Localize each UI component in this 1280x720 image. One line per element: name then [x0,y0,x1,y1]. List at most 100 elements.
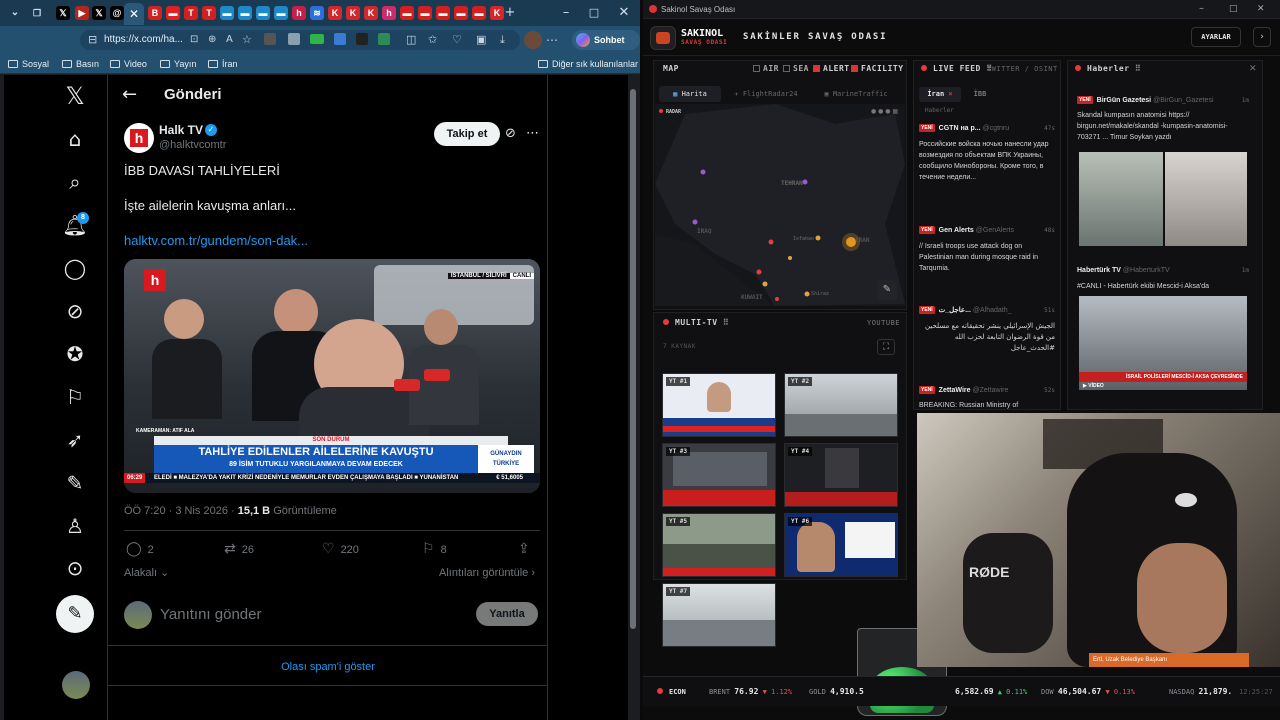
settings-button[interactable]: AYARLAR [1191,27,1241,47]
post-timestamp[interactable]: ÖÖ 7:20 · 3 Nis 2026 · [124,505,238,517]
more-icon[interactable]: ⊙ [62,555,88,581]
facility-marker[interactable] [788,256,792,260]
show-spam-link[interactable]: Olası spam'i göster [108,659,548,675]
toggle-air[interactable]: AIR [753,63,779,75]
news-item[interactable]: Habertürk TV @HaberturkTV 1m #CANLI - Ha… [1077,266,1261,396]
facility-marker[interactable] [700,169,706,175]
browser-essentials-icon[interactable]: ♡ [452,32,462,48]
bookmarks-icon[interactable]: ⚐ [62,384,88,410]
tab-news-icon[interactable]: K [346,6,360,20]
author-handle[interactable]: @halktvcomtr [159,138,226,152]
x-logo-icon[interactable]: 𝕏 [62,83,88,109]
tv-tile[interactable]: YT #7 [662,583,776,647]
workspaces-icon[interactable]: ❐ [30,6,44,20]
profile-icon[interactable]: ♙ [62,513,88,539]
post-link[interactable]: halktv.com.tr/gundem/son-dak... [124,233,308,249]
tab-threads-icon[interactable]: @ [110,6,124,20]
profile-avatar[interactable] [524,31,542,49]
maximize-icon[interactable]: □ [1229,2,1238,16]
tab-x-icon[interactable]: 𝕏 [56,6,70,20]
tv-tile[interactable]: YT #3 [662,443,776,507]
checkbox[interactable] [783,65,790,72]
minimize-icon[interactable]: – [1199,2,1204,16]
tab-news-icon[interactable]: ▬ [220,6,234,20]
author-name[interactable]: Halk TV [159,123,203,138]
scrollbar[interactable] [628,75,640,720]
tv-tile[interactable]: YT #2 [784,373,898,437]
zoom-icon[interactable]: ⊕ [208,32,216,48]
reader-icon[interactable]: ⊡ [190,32,198,48]
tab-news-icon[interactable]: K [364,6,378,20]
extension-icon[interactable] [264,33,276,45]
tab-flightradar[interactable]: ✈ FlightRadar24 [723,86,809,102]
toggle-facility[interactable]: FACILITY [851,63,904,75]
messages-icon[interactable]: ◯ [62,255,88,281]
tab-b-icon[interactable]: B [148,6,162,20]
feed-tab-haberler[interactable]: Haberler [925,106,954,116]
read-aloud-icon[interactable]: A [226,32,233,48]
tv-tile[interactable]: YT #1 [662,373,776,437]
checkbox-checked[interactable] [851,65,858,72]
feed-tab-iran[interactable]: İran × [919,87,961,102]
tab-youtube-icon[interactable]: ▶ [75,6,89,20]
tab-news-icon[interactable]: T [184,6,198,20]
post-more-icon[interactable]: ⋯ [526,125,539,143]
toggle-alert[interactable]: ALERT [813,63,850,75]
tv-tile[interactable]: YT #6 [784,513,898,577]
home-icon[interactable]: ⌂ [62,126,88,152]
map-view[interactable]: RADAR TEHRAN IRAQ Isfahan IRAN KUWAIT Sh… [655,104,905,306]
copilot-button[interactable]: Sohbet et [572,30,640,65]
bookmark-folder[interactable]: Video [110,56,147,72]
window-close-icon[interactable]: ✕ [614,4,634,22]
feed-item[interactable]: YENİ عاجل_ت... @Alhadath_ 51s الجيش الإسر… [919,306,1055,366]
tv-tile[interactable]: YT #4 [784,443,898,507]
favorites-icon[interactable]: ✩ [428,32,437,48]
account-avatar[interactable] [62,671,90,699]
extension-icon[interactable] [288,33,300,45]
facility-marker[interactable] [756,269,762,275]
bookmark-folder[interactable]: Yayın [160,56,196,72]
bookmark-folder[interactable]: Basın [62,56,99,72]
translate-icon[interactable] [334,33,346,45]
author-avatar[interactable]: h [124,123,154,153]
reply-button[interactable]: Yanıtla [476,602,538,626]
collections-icon[interactable]: ▣ [476,32,486,48]
tab-harita[interactable]: ▦ Harita [659,86,721,102]
bookmark-action[interactable]: ⚐ 8 [422,539,447,559]
repost-action[interactable]: ⇄ 26 [224,539,254,559]
grok-icon[interactable]: ⊘ [62,298,88,324]
fullscreen-icon[interactable]: ⛶ [877,339,895,355]
explore-search-icon[interactable]: ⌕ [62,169,88,195]
news-video[interactable]: İSRAİL POLİSLERİ MESCİD-İ AKSA ÇEVRESİND… [1079,296,1247,390]
edit-pencil-icon[interactable]: ✎ [877,280,897,300]
tab-news-icon[interactable]: ▬ [256,6,270,20]
like-action[interactable]: ♡ 220 [322,539,359,559]
close-tab-icon[interactable]: ✕ [129,6,139,22]
extension-icon[interactable] [310,34,324,44]
view-quotes-link[interactable]: Alıntıları görüntüle › [439,565,535,581]
downloads-icon[interactable]: ⤓ [500,32,505,48]
close-tab-icon[interactable]: × [948,90,952,98]
active-tab[interactable]: ✕ [124,3,144,25]
premium-rocket-icon[interactable]: ➶ [62,427,88,453]
other-bookmarks[interactable]: Diğer sık kullanılanlar [538,56,638,72]
tab-news-icon[interactable]: ▬ [454,6,468,20]
tab-list-icon[interactable]: ⌄ [8,6,22,20]
share-icon[interactable]: ⇪ [518,539,536,559]
site-info-icon[interactable]: ⊟ [88,32,97,48]
articles-icon[interactable]: ✎ [62,470,88,496]
reply-action[interactable]: ◯ 2 [126,539,154,559]
post-video[interactable]: h İSTANBUL / SİLİVRİ CANLI KAMERAMAN: ATI… [124,259,540,493]
address-bar[interactable]: ⊟ https://x.com/ha... ⊡ ⊕ A ☆ ◫ ✩ ♡ ▣ ⤓ [80,30,520,50]
url-text[interactable]: https://x.com/ha... [104,32,183,48]
tab-news-icon[interactable]: ▬ [166,6,180,20]
new-tab-icon[interactable]: + [500,4,520,22]
tab-news-icon[interactable]: ▬ [436,6,450,20]
facility-marker[interactable] [762,281,768,287]
tab-marinetraffic[interactable]: ▣ MarineTraffic [813,86,899,102]
tab-news-icon[interactable]: K [328,6,342,20]
sidebar-toggle-icon[interactable]: › [1253,27,1271,47]
feed-tab-ibb[interactable]: İBB [967,87,993,102]
tv-tile[interactable]: YT #5 [662,513,776,577]
more-menu-icon[interactable]: ⋯ [546,33,558,47]
